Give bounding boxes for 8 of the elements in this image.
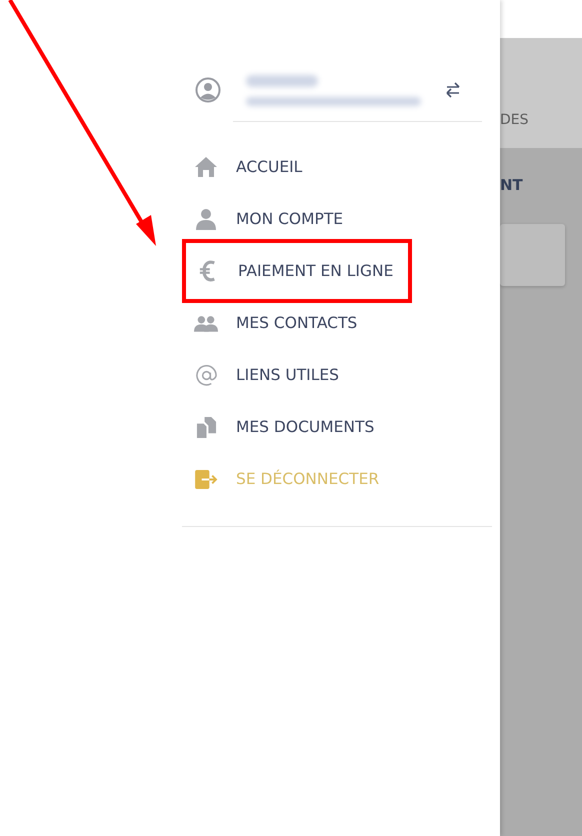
menu-item[interactable]: MES CONTACTS — [236, 314, 358, 332]
menu-item[interactable]: PAIEMENT EN LIGNE — [238, 262, 394, 280]
menu-item[interactable]: ACCUEIL — [236, 158, 302, 176]
section-heading: NT — [500, 176, 524, 194]
menu-item[interactable]: MON COMPTE — [236, 210, 344, 228]
menu-item[interactable]: LIENS UTILES — [236, 366, 340, 384]
tab[interactable]: DES — [500, 112, 529, 128]
menu-item[interactable]: MES DOCUMENTS — [236, 418, 374, 436]
